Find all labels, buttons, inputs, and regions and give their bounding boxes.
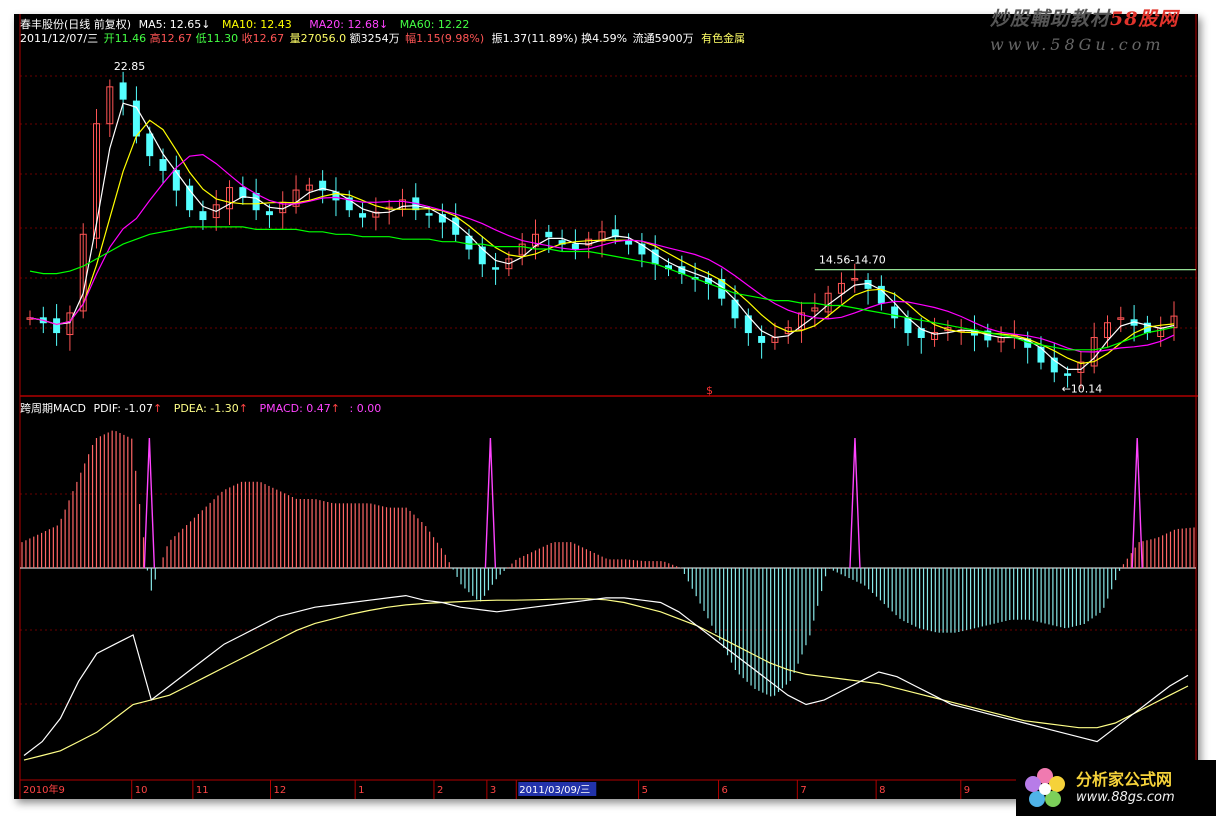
- pdif-arrow: ↑: [152, 402, 163, 415]
- candle-body: [199, 211, 207, 221]
- high-readout: 高12.67: [149, 32, 193, 45]
- time-axis-label: 5: [642, 785, 648, 796]
- time-axis-label: 12: [273, 785, 286, 796]
- macd-spike: [484, 437, 497, 569]
- marker-label: $: [706, 384, 713, 397]
- indicator-name: 跨周期MACD: [20, 402, 86, 415]
- amplitude-readout: 振1.37(11.89%): [491, 32, 578, 45]
- time-axis-label: 6: [722, 785, 728, 796]
- candle-body: [172, 169, 180, 191]
- pdea-readout: PDEA: -1.30: [173, 402, 239, 415]
- range-label: 14.56-14.70: [819, 254, 886, 267]
- candle-body: [359, 213, 367, 218]
- time-axis-label: 1: [358, 785, 364, 796]
- macd-spike: [849, 437, 861, 569]
- candle-body: [159, 159, 167, 171]
- candle-body: [146, 133, 154, 157]
- time-axis-label: 2011/03/09/三: [519, 785, 590, 796]
- time-axis-label: 10: [135, 785, 148, 796]
- candle-body: [465, 235, 473, 250]
- candle-body: [425, 213, 433, 216]
- flower-logo-icon: [1025, 768, 1065, 807]
- candle-body: [252, 192, 260, 211]
- watermark-58gu-text: 炒股輔助教材: [990, 8, 1111, 30]
- macd-spike: [1131, 437, 1143, 569]
- watermark-58gu: 炒股輔助教材58股网 www.58Gu.com: [990, 4, 1212, 54]
- watermark-58gu-brand: 58股网: [1110, 8, 1179, 30]
- candle-body: [492, 267, 500, 270]
- candle-body: [53, 318, 61, 334]
- amount-readout: 额3254万: [349, 32, 400, 45]
- watermark-58gu-url: www.58Gu.com: [990, 35, 1165, 54]
- pdif-readout: PDIF: -1.07: [93, 402, 153, 415]
- watermark-88gs-url: www.88gs.com: [1076, 790, 1175, 805]
- header-row-2: 2011/12/07/三 开11.46 高12.67 低11.30 收12.67…: [20, 30, 745, 46]
- candle-body: [545, 231, 553, 238]
- indicator-header: 跨周期MACD PDIF: -1.07↑ PDEA: -1.30↑ PMACD:…: [20, 400, 381, 416]
- turnover-readout: 换4.59%: [581, 32, 628, 45]
- float-readout: 流通5900万: [632, 32, 694, 45]
- watermark-88gs-title: 分析家公式网: [1076, 770, 1173, 789]
- candle-body: [119, 82, 127, 100]
- close-readout: 收12.67: [241, 32, 285, 45]
- date-readout: 2011/12/07/三: [20, 32, 99, 45]
- pmacd-readout: PMACD: 0.47: [259, 402, 331, 415]
- open-readout: 开11.46: [103, 32, 147, 45]
- time-axis-label: 3: [490, 785, 496, 796]
- candle-body: [1064, 373, 1072, 376]
- time-axis-label: 9: [964, 785, 970, 796]
- sector-readout: 有色金属: [701, 32, 746, 45]
- high-point-label: 22.85: [114, 60, 146, 73]
- time-axis-label: 8: [879, 785, 885, 796]
- low-point-label: ←10.14: [1062, 382, 1103, 395]
- candle-body: [265, 211, 273, 216]
- macd-spike: [143, 437, 156, 569]
- candle-body: [571, 243, 579, 250]
- pmacd-arrow: ↑: [330, 402, 341, 415]
- candle-body: [625, 240, 633, 245]
- watermark-88gs: 分析家公式网 www.88gs.com: [1016, 760, 1216, 816]
- low-readout: 低11.30: [195, 32, 239, 45]
- time-axis-label: 11: [196, 785, 209, 796]
- candle-body: [758, 336, 766, 343]
- extra-readout: : 0.00: [349, 402, 382, 415]
- pdea-arrow: ↑: [238, 402, 248, 415]
- change-readout: 幅1.15(9.98%): [405, 32, 485, 45]
- time-axis-label: 7: [800, 785, 806, 796]
- time-axis-label: 2010年9: [23, 783, 65, 796]
- volume-readout: 量27056.0: [289, 32, 347, 45]
- pdea-line: [23, 598, 1189, 761]
- time-axis-label: 2: [437, 785, 443, 796]
- candle-body: [239, 187, 247, 198]
